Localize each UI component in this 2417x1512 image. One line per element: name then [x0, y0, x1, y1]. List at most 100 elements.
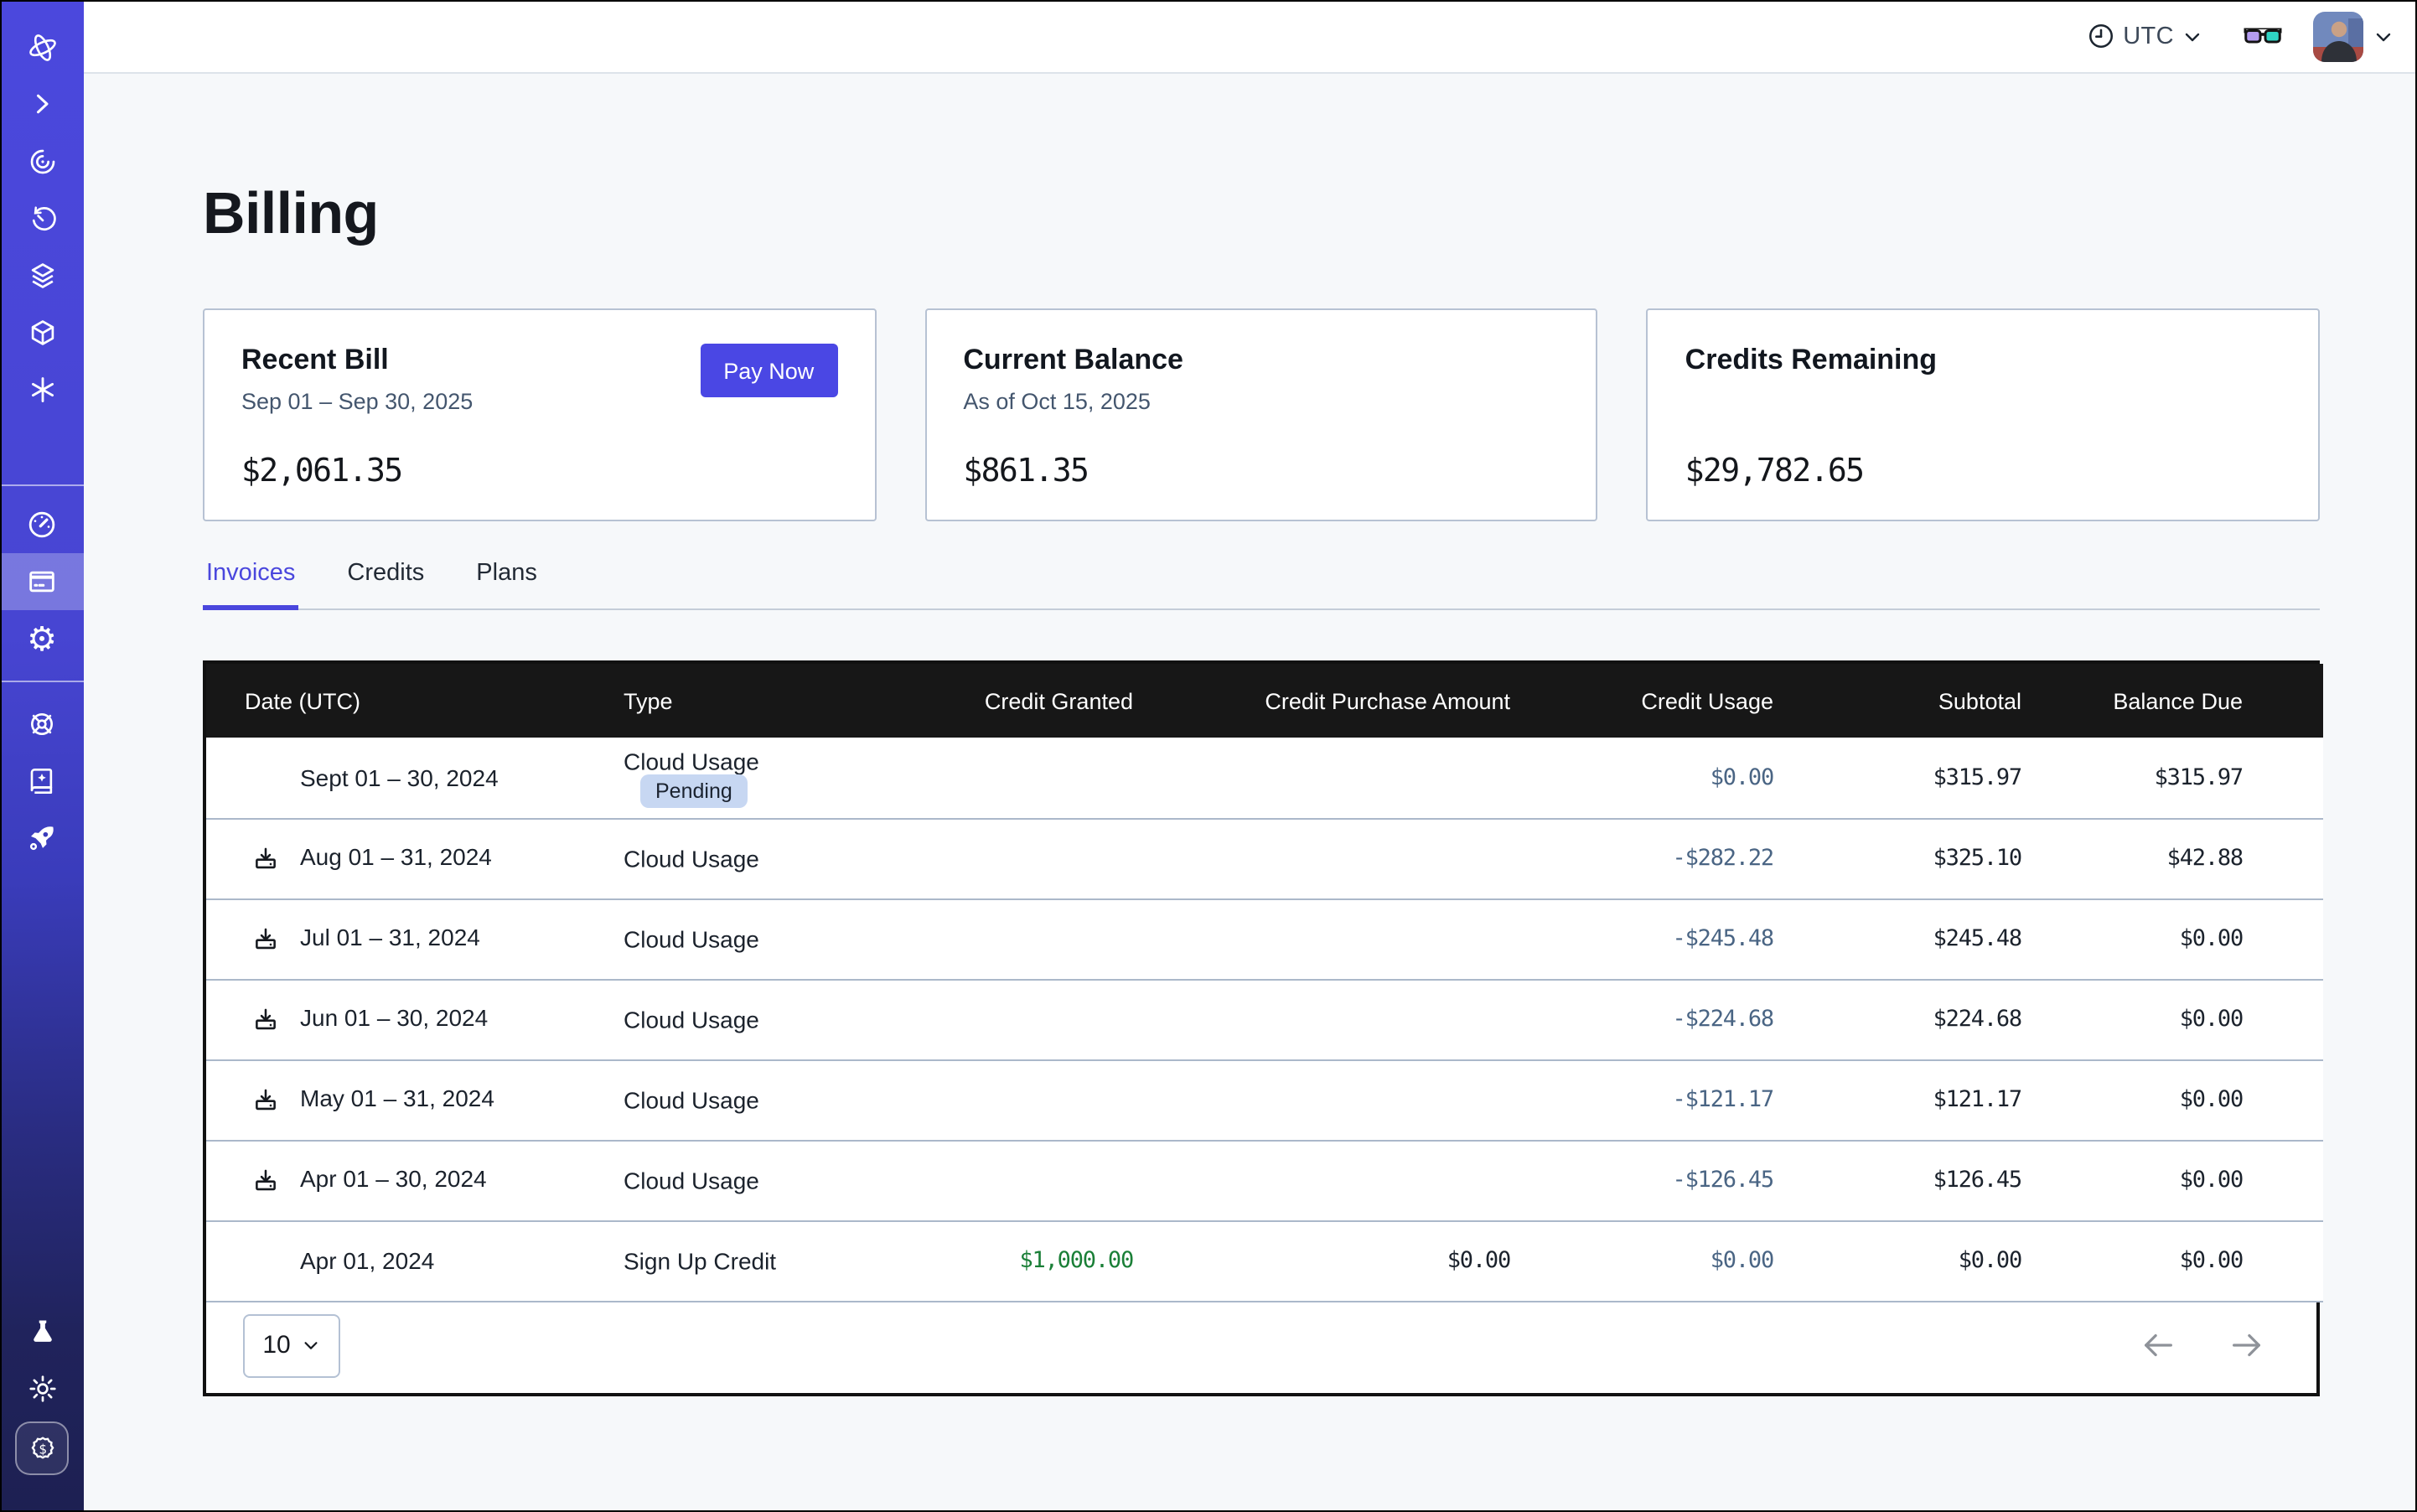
sidebar-item-billing[interactable] — [0, 553, 84, 610]
dollar-badge-icon: $ — [26, 1432, 58, 1464]
chevron-right-icon — [27, 89, 57, 119]
credit-granted-cell — [875, 1140, 1133, 1220]
invoices-table: Date (UTC) Type Credit Granted Credit Pu… — [203, 660, 2320, 1395]
sidebar-item-support[interactable] — [0, 696, 84, 753]
pay-now-button[interactable]: Pay Now — [700, 344, 837, 397]
card-title: Credits Remaining — [1685, 344, 1937, 377]
credit-usage-cell: -$282.22 — [1510, 818, 1773, 898]
invoice-date: Aug 01 – 31, 2024 — [300, 843, 492, 870]
orbit-logo-icon — [24, 29, 60, 65]
download-invoice-button[interactable] — [251, 845, 300, 873]
sidebar-item-getting-started[interactable] — [0, 810, 84, 867]
balance-due-cell: $42.88 — [2021, 818, 2323, 898]
sidebar-item-usage[interactable] — [0, 496, 84, 553]
balance-due-cell: $0.00 — [2021, 979, 2323, 1059]
timezone-selector[interactable]: UTC — [2086, 22, 2202, 50]
subtotal-cell: $315.97 — [1773, 738, 2021, 818]
credit-usage-cell: -$121.17 — [1510, 1059, 1773, 1140]
col-credit-granted: Credit Granted — [875, 664, 1133, 738]
arrow-right-icon — [2228, 1326, 2266, 1364]
sidebar-item-packages[interactable] — [0, 303, 84, 360]
next-page-button[interactable] — [2228, 1326, 2266, 1364]
col-subtotal: Subtotal — [1773, 664, 2021, 738]
col-balance-due: Balance Due — [2021, 664, 2323, 738]
prev-page-button[interactable] — [2139, 1326, 2177, 1364]
invoice-type: Cloud Usage — [624, 926, 759, 953]
credit-granted-cell: $1,000.00 — [875, 1220, 1133, 1301]
download-icon — [251, 1006, 280, 1034]
sidebar-item-observe[interactable] — [0, 132, 84, 189]
page-title: Billing — [203, 178, 2320, 251]
subtotal-cell: $325.10 — [1773, 818, 2021, 898]
credit-usage-cell: -$126.45 — [1510, 1140, 1773, 1220]
user-avatar[interactable] — [2313, 11, 2363, 61]
tab-invoices[interactable]: Invoices — [203, 550, 298, 610]
download-icon — [251, 925, 280, 954]
sidebar-item-layers[interactable] — [0, 246, 84, 303]
col-credit-purchase: Credit Purchase Amount — [1133, 664, 1510, 738]
sidebar-item-labs[interactable] — [0, 1302, 84, 1359]
download-invoice-button[interactable] — [251, 1167, 300, 1195]
tab-credits[interactable]: Credits — [344, 550, 427, 610]
current-balance-card: Current Balance As of Oct 15, 2025 $861.… — [924, 308, 1597, 521]
invoice-row: May 01 – 31, 2024 Cloud Usage -$121.17 $… — [206, 1059, 2323, 1140]
chevron-down-icon — [303, 1336, 321, 1354]
docs-book-icon — [25, 764, 59, 798]
credit-purchase-cell — [1133, 1140, 1510, 1220]
chevron-down-icon — [2373, 26, 2394, 46]
invoice-row: Jun 01 – 30, 2024 Cloud Usage -$224.68 $… — [206, 979, 2323, 1059]
arrow-left-icon — [2139, 1326, 2177, 1364]
credit-usage-cell: $0.00 — [1510, 738, 1773, 818]
credit-usage-cell: -$224.68 — [1510, 979, 1773, 1059]
recent-bill-amount: $2,061.35 — [241, 453, 837, 489]
invoice-date: Apr 01, 2024 — [300, 1247, 434, 1274]
invoice-date: Jun 01 – 30, 2024 — [300, 1004, 488, 1031]
page-size-value: 10 — [262, 1331, 290, 1359]
table-pagination: 10 — [206, 1302, 2316, 1392]
billing-card-icon — [25, 565, 59, 598]
download-icon — [251, 1167, 280, 1195]
timezone-label: UTC — [2123, 23, 2174, 49]
sidebar-item-expand[interactable] — [0, 75, 84, 132]
user-menu[interactable] — [2313, 11, 2394, 61]
credits-remaining-card: Credits Remaining $29,782.65 — [1647, 308, 2320, 521]
balance-due-cell: $0.00 — [2021, 1140, 2323, 1220]
col-credit-usage: Credit Usage — [1510, 664, 1773, 738]
flask-icon — [26, 1315, 58, 1347]
credit-purchase-cell — [1133, 818, 1510, 898]
chevron-down-icon — [2182, 26, 2202, 46]
invoice-type: Cloud Usage — [624, 748, 759, 775]
credit-granted-cell — [875, 898, 1133, 979]
download-invoice-button[interactable] — [251, 1006, 300, 1034]
invoice-row: Sept 01 – 30, 2024 Cloud UsagePending $0… — [206, 738, 2323, 818]
subtotal-cell: $224.68 — [1773, 979, 2021, 1059]
card-title: Current Balance — [963, 344, 1183, 377]
col-type: Type — [624, 664, 875, 738]
timer-icon — [26, 202, 58, 234]
download-invoice-button[interactable] — [251, 1086, 300, 1115]
billing-page: Billing Recent Bill Sep 01 – Sep 30, 202… — [84, 74, 2417, 1512]
sidebar-logo[interactable] — [0, 18, 84, 75]
svg-text:$: $ — [38, 1441, 46, 1457]
balance-due-cell: $0.00 — [2021, 898, 2323, 979]
sidebar-item-history[interactable] — [0, 189, 84, 246]
page-size-select[interactable]: 10 — [243, 1313, 340, 1377]
download-invoice-button[interactable] — [251, 925, 300, 954]
summary-cards: Recent Bill Sep 01 – Sep 30, 2025 Pay No… — [203, 308, 2320, 521]
asterisk-icon — [26, 373, 58, 405]
card-subtitle: Sep 01 – Sep 30, 2025 — [241, 389, 473, 414]
card-subtitle: As of Oct 15, 2025 — [963, 389, 1183, 414]
credit-granted-cell — [875, 1059, 1133, 1140]
sidebar-item-functions[interactable] — [0, 360, 84, 417]
tab-plans[interactable]: Plans — [473, 550, 541, 610]
view-mode-button[interactable] — [2243, 24, 2283, 48]
balance-due-cell: $0.00 — [2021, 1059, 2323, 1140]
sidebar-divider — [0, 681, 84, 682]
sidebar-item-docs[interactable] — [0, 753, 84, 810]
sidebar-item-settings[interactable]: ⚙ — [0, 610, 84, 667]
invoice-type: Sign Up Credit — [624, 1248, 776, 1275]
credits-button[interactable]: $ — [15, 1421, 69, 1475]
sidebar-item-theme[interactable] — [0, 1359, 84, 1416]
sidebar: ⚙ — [0, 0, 84, 1512]
col-date: Date (UTC) — [206, 664, 624, 738]
